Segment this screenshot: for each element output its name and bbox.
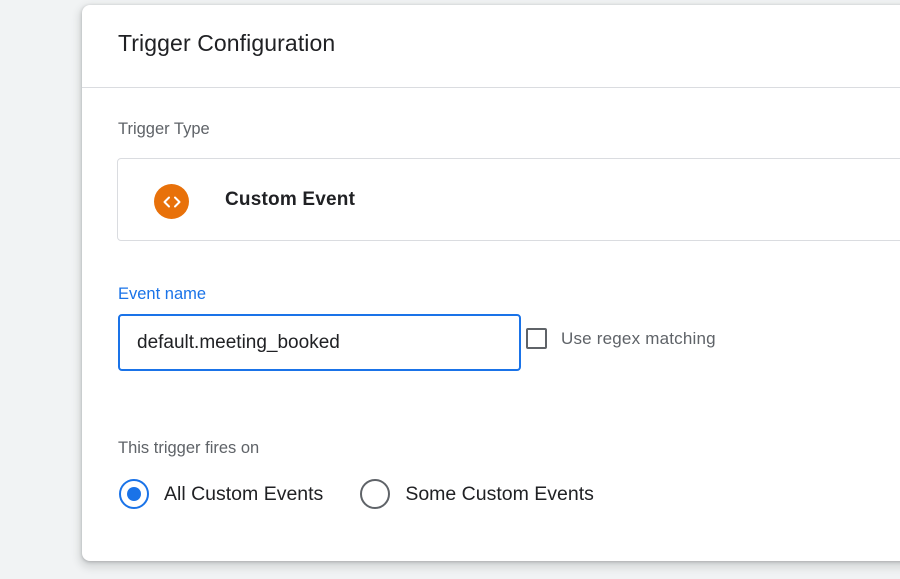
event-name-input[interactable] — [118, 314, 521, 371]
code-brackets-icon — [154, 184, 189, 219]
radio-option-some-custom-events[interactable]: Some Custom Events — [360, 479, 594, 509]
fires-on-radio-group: All Custom Events Some Custom Events — [119, 479, 594, 509]
trigger-configuration-panel: Trigger Configuration Trigger Type Custo… — [82, 5, 900, 561]
radio-option-all-custom-events[interactable]: All Custom Events — [119, 479, 323, 509]
radio-label-some-custom-events: Some Custom Events — [405, 482, 594, 505]
radio-some-custom-events[interactable] — [360, 479, 391, 509]
trigger-type-label: Trigger Type — [118, 120, 210, 138]
radio-all-custom-events[interactable] — [119, 479, 149, 509]
regex-matching-option[interactable]: Use regex matching — [526, 328, 716, 349]
panel-title: Trigger Configuration — [118, 30, 336, 56]
fires-on-label: This trigger fires on — [118, 439, 260, 457]
panel-header: Trigger Configuration — [82, 5, 900, 88]
trigger-type-selector[interactable]: Custom Event — [117, 158, 900, 241]
regex-matching-label: Use regex matching — [561, 328, 716, 348]
trigger-type-name: Custom Event — [225, 189, 356, 210]
event-name-label: Event name — [118, 285, 207, 303]
regex-matching-checkbox[interactable] — [526, 328, 547, 349]
radio-label-all-custom-events: All Custom Events — [164, 482, 324, 505]
